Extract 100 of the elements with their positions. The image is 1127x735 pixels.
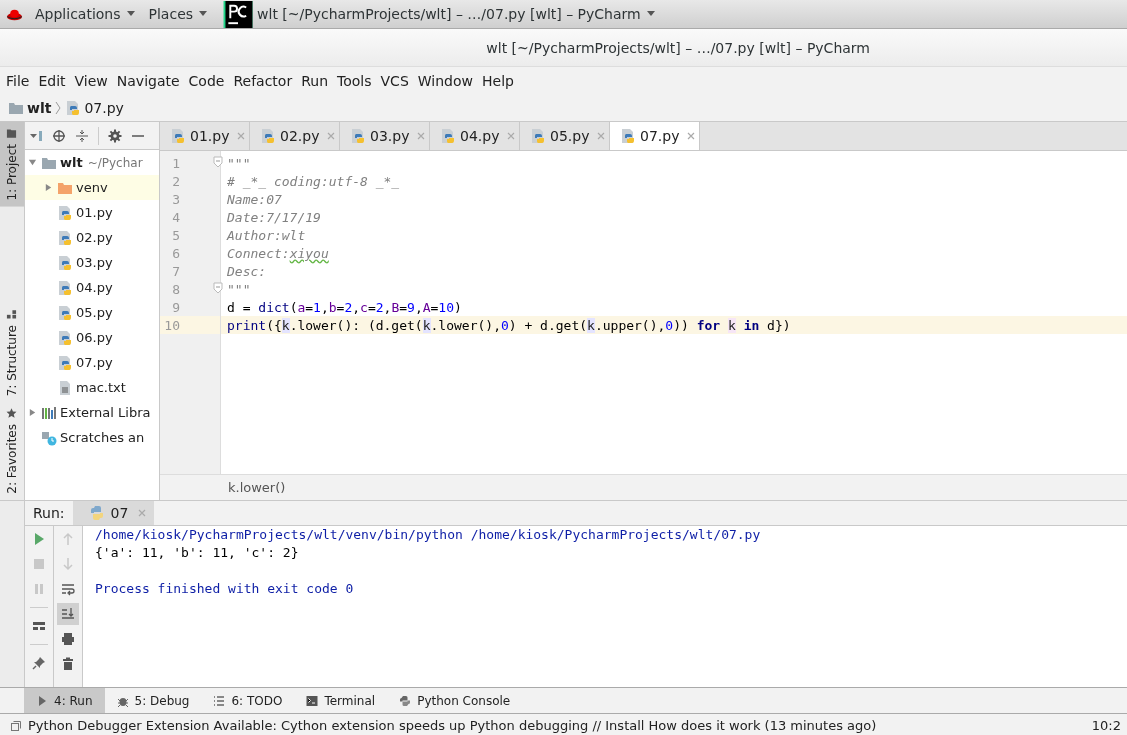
menu-item[interactable]: File xyxy=(6,72,30,89)
tree-item[interactable]: wlt ~/Pychar xyxy=(25,150,159,175)
python-file-icon xyxy=(440,128,456,144)
dropdown-icon[interactable] xyxy=(29,128,43,143)
tree-item[interactable]: 04.py xyxy=(25,275,159,300)
print-icon[interactable] xyxy=(61,632,75,646)
fold-icon[interactable] xyxy=(213,282,223,294)
code-line: Author:wlt xyxy=(227,227,306,243)
tool-window-tab[interactable]: 7: Structure xyxy=(0,302,24,403)
tree-item[interactable]: Scratches an xyxy=(25,425,159,450)
soft-wrap-icon[interactable] xyxy=(61,582,75,596)
run-tab[interactable]: 07 xyxy=(72,501,155,525)
expanded-arrow-icon[interactable] xyxy=(28,158,37,167)
collapsed-arrow-icon[interactable] xyxy=(44,183,53,192)
target-icon[interactable] xyxy=(52,128,66,143)
close-icon[interactable] xyxy=(597,132,606,140)
python-file-icon xyxy=(350,128,366,144)
console-line: {'a': 11, 'b': 11, 'c': 2} xyxy=(95,545,299,560)
python-file-icon xyxy=(530,128,546,144)
close-icon[interactable] xyxy=(327,132,336,140)
tool-window-tab[interactable]: Python Console xyxy=(387,688,523,713)
menu-item[interactable]: VCS xyxy=(380,72,409,89)
window-menu[interactable]: wlt [~/PycharmProjects/wlt] – …/07.py [wlt] – PyCharm xyxy=(253,6,665,22)
caret-icon xyxy=(646,11,655,17)
settings-icon[interactable] xyxy=(108,128,122,143)
tree-item[interactable]: mac.txt xyxy=(25,375,159,400)
collapsed-arrow-icon[interactable] xyxy=(28,408,37,417)
code-line: """ xyxy=(227,281,251,297)
file-tab[interactable]: 07.py xyxy=(610,122,700,150)
menu-item[interactable]: View xyxy=(74,72,108,89)
menu-item[interactable]: Help xyxy=(482,72,514,89)
tree-item[interactable]: 03.py xyxy=(25,250,159,275)
code-line: """ xyxy=(227,155,251,171)
tool-window-tab[interactable]: 1: Project xyxy=(0,122,24,207)
tree-item[interactable]: 01.py xyxy=(25,200,159,225)
python-file-icon xyxy=(57,329,73,346)
play-icon xyxy=(36,694,48,707)
tool-window-tab[interactable]: 2: Favorites xyxy=(0,402,24,500)
code-breadcrumb[interactable]: k.lower() xyxy=(228,480,286,495)
line-number: 10 xyxy=(163,317,180,333)
star-icon xyxy=(6,408,18,420)
menu-item[interactable]: Code xyxy=(188,72,225,89)
fold-icon[interactable] xyxy=(213,156,223,168)
collapse-icon[interactable] xyxy=(75,128,89,143)
close-icon[interactable] xyxy=(687,132,696,140)
python-file-icon xyxy=(57,229,73,246)
python-file-icon xyxy=(65,99,82,116)
tree-item[interactable]: 06.py xyxy=(25,325,159,350)
menu-item[interactable]: Run xyxy=(301,72,329,89)
menu-item[interactable]: Window xyxy=(417,72,473,89)
tool-window-tab[interactable]: 5: Debug xyxy=(104,688,202,713)
close-icon[interactable] xyxy=(417,132,426,140)
tree-item[interactable]: venv xyxy=(25,175,159,200)
menu-item[interactable]: Navigate xyxy=(116,72,180,89)
code-line: print({k.lower(): (d.get(k.lower(),0) + d.get(k.upper(),0)) for k in d}) xyxy=(227,317,791,333)
close-icon[interactable] xyxy=(507,132,516,140)
code-line: # _*_ coding:utf-8 _*_ xyxy=(227,173,400,189)
tree-item[interactable]: 07.py xyxy=(25,350,159,375)
tree-item[interactable]: 05.py xyxy=(25,300,159,325)
python-file-icon xyxy=(260,128,276,144)
line-number: 9 xyxy=(171,299,180,315)
line-number: 6 xyxy=(171,245,180,261)
code-line: Name:07 xyxy=(227,191,282,207)
status-message[interactable]: Python Debugger Extension Available: Cython extension speeds up Python debugging // Install How does it work (13 minutes ago) xyxy=(28,718,1086,733)
breadcrumb-item[interactable]: 07.py xyxy=(65,99,124,116)
menu-item[interactable]: Edit xyxy=(38,72,66,89)
scroll-to-end-icon[interactable] xyxy=(61,607,75,621)
file-tab[interactable]: 01.py xyxy=(160,122,250,150)
line-number: 1 xyxy=(171,155,180,171)
folder-icon xyxy=(6,128,18,139)
tool-window-tab[interactable]: 4: Run xyxy=(24,688,105,713)
line-number: 7 xyxy=(171,263,180,279)
tree-item[interactable]: External Libra xyxy=(25,400,159,425)
menu-item[interactable]: Tools xyxy=(337,72,372,89)
file-tab[interactable]: 04.py xyxy=(430,122,520,150)
menu-item[interactable]: Refactor xyxy=(233,72,293,89)
top-menu[interactable]: Places xyxy=(144,6,218,22)
close-icon[interactable] xyxy=(237,132,246,140)
python-file-icon xyxy=(57,254,73,271)
file-tab[interactable]: 02.py xyxy=(250,122,340,150)
pin-icon[interactable] xyxy=(32,656,46,670)
caret-icon xyxy=(126,11,135,17)
run-icon[interactable] xyxy=(32,532,46,546)
python-file-icon xyxy=(57,279,73,296)
layout-icon[interactable] xyxy=(32,619,46,633)
caret-icon xyxy=(199,11,208,17)
tool-window-tab[interactable]: Terminal xyxy=(294,688,388,713)
tool-window-tab[interactable]: 6: TODO xyxy=(201,688,295,713)
top-menu[interactable]: Applications xyxy=(31,6,145,22)
panel-toggle-icon[interactable] xyxy=(10,719,22,732)
scratches-icon xyxy=(41,429,57,446)
caret-position[interactable]: 10:2 xyxy=(1091,718,1121,733)
line-number: 4 xyxy=(171,209,180,225)
trash-icon[interactable] xyxy=(61,657,75,671)
run-label: Run: xyxy=(32,505,66,521)
tree-item[interactable]: 02.py xyxy=(25,225,159,250)
list-icon xyxy=(213,694,226,707)
terminal-icon xyxy=(306,694,319,707)
file-tab[interactable]: 03.py xyxy=(340,122,430,150)
breadcrumb-item[interactable]: wlt xyxy=(8,99,52,116)
